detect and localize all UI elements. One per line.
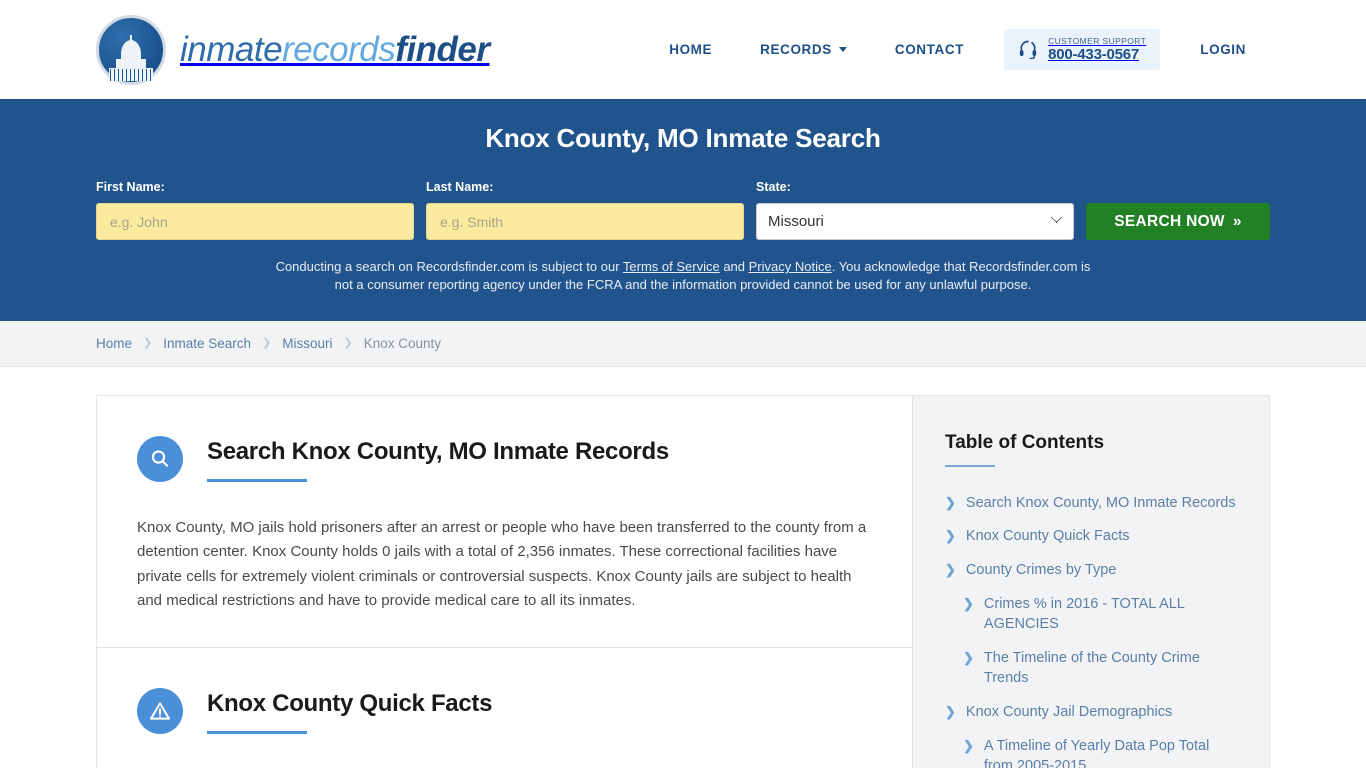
toc-item[interactable]: ❯ Knox County Quick Facts <box>945 526 1237 547</box>
double-chevron-right-icon: » <box>1232 212 1242 230</box>
toc-item[interactable]: ❯ A Timeline of Yearly Data Pop Total fr… <box>945 736 1237 768</box>
breadcrumb: Home ❯ Inmate Search ❯ Missouri ❯ Knox C… <box>96 336 441 351</box>
nav-item-records[interactable]: RECORDS <box>736 42 871 57</box>
brand-logo[interactable]: inmaterecordsfinder <box>96 14 490 85</box>
first-name-field-group: First Name: <box>96 180 414 240</box>
breadcrumb-bar: Home ❯ Inmate Search ❯ Missouri ❯ Knox C… <box>0 320 1366 367</box>
section-title-search-records: Search Knox County, MO Inmate Records <box>207 437 669 465</box>
last-name-field-group: Last Name: <box>426 180 744 240</box>
disclaimer-text-part2: and <box>719 259 749 274</box>
chevron-right-icon: ❯ <box>143 336 153 349</box>
last-name-input[interactable] <box>426 203 744 240</box>
toc-link[interactable]: Knox County Jail Demographics <box>966 702 1172 723</box>
section-underline <box>207 478 307 482</box>
toc-link[interactable]: County Crimes by Type <box>966 560 1116 581</box>
terms-of-service-link[interactable]: Terms of Service <box>623 259 720 274</box>
page-title: Knox County, MO Inmate Search <box>485 123 881 153</box>
breadcrumb-item-knox-county: Knox County <box>363 335 442 351</box>
toc-item[interactable]: ❯ Search Knox County, MO Inmate Records <box>945 493 1237 514</box>
breadcrumb-item-missouri[interactable]: Missouri <box>282 336 332 351</box>
state-field-group: State: Missouri <box>756 180 1074 240</box>
first-name-label: First Name: <box>96 180 165 194</box>
toc-link[interactable]: The Timeline of the County Crime Trends <box>984 648 1237 689</box>
state-label: State: <box>756 180 791 194</box>
chevron-right-icon: ❯ <box>262 336 272 349</box>
breadcrumb-item-inmate-search[interactable]: Inmate Search <box>163 336 251 351</box>
brand-part-inmate: inmate <box>180 29 283 69</box>
section-body-search-records: Knox County, MO jails hold prisoners aft… <box>137 518 867 609</box>
magnifier-icon <box>137 435 183 482</box>
site-header: inmaterecordsfinder HOME RECORDS CONTACT… <box>0 0 1366 99</box>
chevron-right-icon: ❯ <box>963 737 974 753</box>
state-select[interactable]: Missouri <box>756 203 1074 240</box>
support-label: CUSTOMER SUPPORT <box>1048 35 1147 46</box>
toc-link[interactable]: Crimes % in 2016 - TOTAL ALL AGENCIES <box>984 594 1237 635</box>
last-name-label: Last Name: <box>426 180 494 194</box>
breadcrumb-item-home[interactable]: Home <box>96 336 132 351</box>
nav-item-login-label: LOGIN <box>1200 41 1246 57</box>
content-area: Search Knox County, MO Inmate Records Kn… <box>0 394 1366 768</box>
table-of-contents-panel: Table of Contents ❯ Search Knox County, … <box>912 394 1270 768</box>
toc-link[interactable]: Search Knox County, MO Inmate Records <box>966 493 1236 514</box>
nav-item-records-label: RECORDS <box>760 41 832 57</box>
toc-item[interactable]: ❯ Crimes % in 2016 - TOTAL ALL AGENCIES <box>945 594 1237 635</box>
customer-support-box[interactable]: CUSTOMER SUPPORT 800-433-0567 <box>1004 28 1161 71</box>
search-disclaimer: Conducting a search on Recordsfinder.com… <box>268 258 1098 295</box>
toc-link[interactable]: Knox County Quick Facts <box>966 526 1130 547</box>
disclaimer-text-part1: Conducting a search on Recordsfinder.com… <box>275 259 623 274</box>
chevron-down-icon <box>838 46 847 52</box>
nav-item-contact[interactable]: CONTACT <box>871 42 988 57</box>
toc-item[interactable]: ❯ County Crimes by Type <box>945 560 1237 581</box>
toc-item[interactable]: ❯ Knox County Jail Demographics <box>945 702 1237 723</box>
toc-item[interactable]: ❯ The Timeline of the County Crime Trend… <box>945 648 1237 689</box>
warning-triangle-icon <box>137 688 183 735</box>
section-title-quick-facts: Knox County Quick Facts <box>207 690 493 718</box>
section-search-records: Search Knox County, MO Inmate Records Kn… <box>97 396 912 647</box>
chevron-right-icon: ❯ <box>963 649 974 665</box>
chevron-right-icon: ❯ <box>343 336 353 349</box>
support-phone-number: 800-433-0567 <box>1048 45 1140 63</box>
brand-part-records: records <box>282 29 396 69</box>
chevron-right-icon: ❯ <box>945 528 956 544</box>
brand-wordmark: inmaterecordsfinder <box>180 30 490 70</box>
hero-search-section: Knox County, MO Inmate Search First Name… <box>0 99 1366 321</box>
chevron-right-icon: ❯ <box>963 595 974 611</box>
nav-item-home-label: HOME <box>669 41 713 57</box>
capitol-dome-seal-icon <box>96 14 166 85</box>
toc-title: Table of Contents <box>945 431 1105 453</box>
section-quick-facts: Knox County Quick Facts <box>97 647 912 768</box>
main-navigation: HOME RECORDS CONTACT CUSTOMER SUPPORT 80… <box>645 28 1270 71</box>
toc-list: ❯ Search Knox County, MO Inmate Records … <box>945 493 1237 768</box>
first-name-input[interactable] <box>96 203 414 240</box>
chevron-right-icon: ❯ <box>945 494 956 510</box>
brand-part-finder: finder <box>395 29 490 69</box>
toc-link[interactable]: A Timeline of Yearly Data Pop Total from… <box>984 736 1237 768</box>
privacy-notice-link[interactable]: Privacy Notice <box>749 259 832 274</box>
nav-item-login[interactable]: LOGIN <box>1176 42 1270 57</box>
toc-underline <box>945 464 995 467</box>
headset-icon <box>1019 41 1037 60</box>
section-underline <box>207 731 307 735</box>
main-content-panel: Search Knox County, MO Inmate Records Kn… <box>96 394 912 768</box>
inmate-search-form: First Name: Last Name: State: Missouri S… <box>96 180 1270 240</box>
chevron-right-icon: ❯ <box>945 703 956 719</box>
search-now-button[interactable]: SEARCH NOW » <box>1086 203 1270 240</box>
chevron-right-icon: ❯ <box>945 562 956 578</box>
search-now-label: SEARCH NOW <box>1114 212 1225 230</box>
nav-item-contact-label: CONTACT <box>894 41 965 57</box>
nav-item-home[interactable]: HOME <box>645 42 736 57</box>
